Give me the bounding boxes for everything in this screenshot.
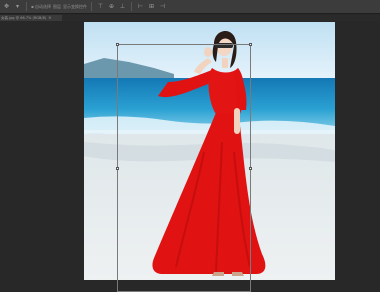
transform-handle-middle-left[interactable] [116, 167, 119, 170]
align-bottom-icon[interactable]: ⊥ [118, 2, 127, 11]
transform-bounding-box[interactable] [116, 43, 252, 292]
canvas-area[interactable] [0, 21, 380, 292]
align-hcenter-icon[interactable]: ⊞ [147, 2, 156, 11]
options-bar-option-3[interactable]: 图层 [53, 2, 61, 11]
align-left-icon[interactable]: ⊢ [136, 2, 145, 11]
options-bar-option-4[interactable]: 显示变换控件 [63, 2, 87, 11]
options-bar-separator [90, 2, 92, 11]
photoshop-window: ✥ ▾ ▪ 自动选择 图层 显示变换控件 ⊤ ⊕ ⊥ ⊢ ⊞ ⊣ 女装.jpg @ 66.7% (R… [0, 0, 380, 292]
transform-handle-top-left[interactable] [116, 43, 119, 46]
align-vcenter-icon[interactable]: ⊕ [107, 2, 116, 11]
tool-options-bar: ✥ ▾ ▪ 自动选择 图层 显示变换控件 ⊤ ⊕ ⊥ ⊢ ⊞ ⊣ [0, 0, 380, 14]
move-tool-icon[interactable]: ✥ [2, 2, 11, 11]
transform-handle-middle-right[interactable] [249, 167, 252, 170]
options-bar-separator [26, 2, 27, 11]
options-bar-separator [130, 2, 132, 11]
align-top-icon[interactable]: ⊤ [96, 2, 105, 11]
transform-handle-top-right[interactable] [249, 43, 252, 46]
align-right-icon[interactable]: ⊣ [158, 2, 167, 11]
options-bar-option-2[interactable]: ▪ 自动选择 [31, 2, 51, 11]
dropdown-arrow-icon[interactable]: ▾ [13, 2, 22, 11]
